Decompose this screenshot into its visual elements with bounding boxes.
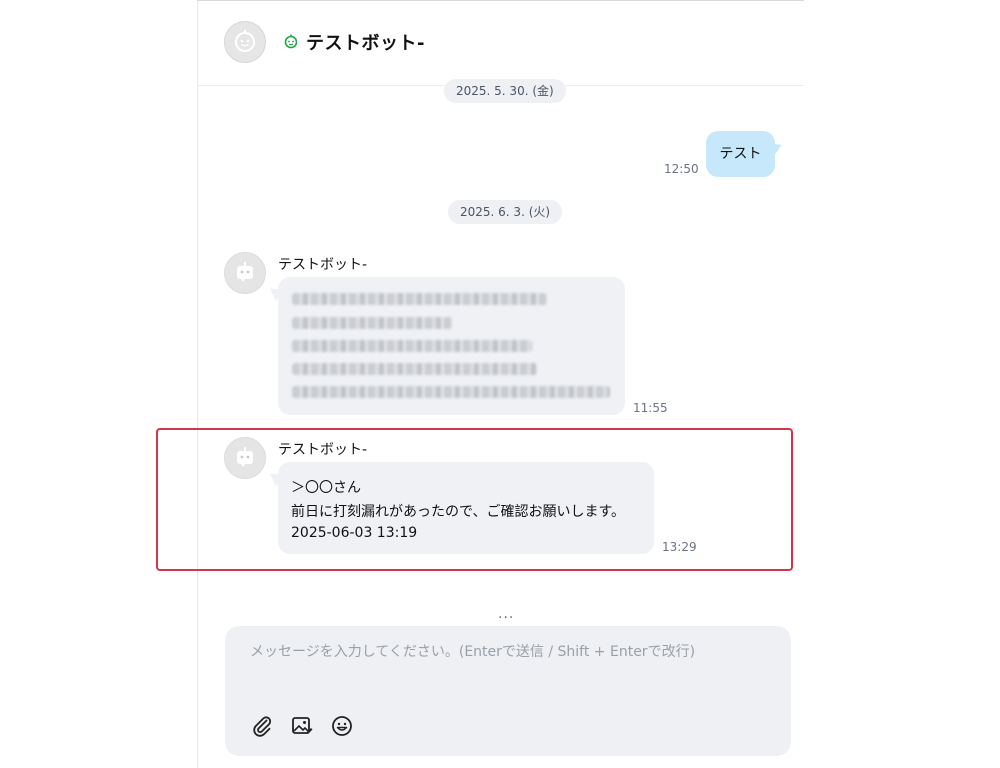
- user-message-bubble: テスト: [706, 131, 775, 177]
- header-avatar[interactable]: [224, 21, 266, 63]
- message-input[interactable]: [250, 644, 770, 660]
- emoji-icon: [332, 716, 352, 736]
- bot-avatar[interactable]: [224, 437, 266, 479]
- redacted-text-line: [292, 340, 532, 352]
- message-composer: [225, 626, 791, 756]
- typing-indicator: ...: [498, 606, 515, 622]
- message-time: 13:29: [662, 540, 697, 554]
- image-icon: [292, 717, 313, 734]
- sender-name: テストボット-: [278, 257, 368, 273]
- sender-name: テストボット-: [278, 442, 368, 458]
- bot-avatar-icon: [237, 447, 253, 467]
- redacted-text-line: [292, 386, 610, 398]
- chat-title: テストボット-: [306, 33, 425, 54]
- bot-avatar-icon: [237, 262, 253, 282]
- message-line: 2025-06-03 13:19: [291, 525, 418, 541]
- message-line: 前日に打刻漏れがあったので、ご確認お願いします。: [291, 504, 626, 520]
- bot-avatar-icon: [235, 30, 255, 52]
- redacted-text-line: [292, 363, 537, 375]
- emoji-button[interactable]: [330, 714, 354, 738]
- bot-avatar[interactable]: [224, 252, 266, 294]
- attach-button[interactable]: [250, 714, 274, 738]
- chat-header: テストボット-: [198, 1, 804, 86]
- attach-icon: [253, 716, 272, 737]
- bot-status-icon: [284, 34, 298, 49]
- message-time: 12:50: [664, 162, 699, 176]
- date-separator: 2025. 6. 3. (火): [448, 200, 563, 224]
- bot-message-bubble: ＞〇〇さん 前日に打刻漏れがあったので、ご確認お願いします。 2025-06-0…: [278, 462, 654, 554]
- date-separator: 2025. 5. 30. (金): [444, 79, 566, 103]
- redacted-text-line: [292, 293, 547, 305]
- message-line: ＞〇〇さん: [291, 480, 361, 496]
- image-button[interactable]: [290, 714, 314, 738]
- message-time: 11:55: [633, 401, 668, 415]
- bot-message-bubble: [278, 277, 625, 415]
- redacted-text-line: [292, 317, 452, 329]
